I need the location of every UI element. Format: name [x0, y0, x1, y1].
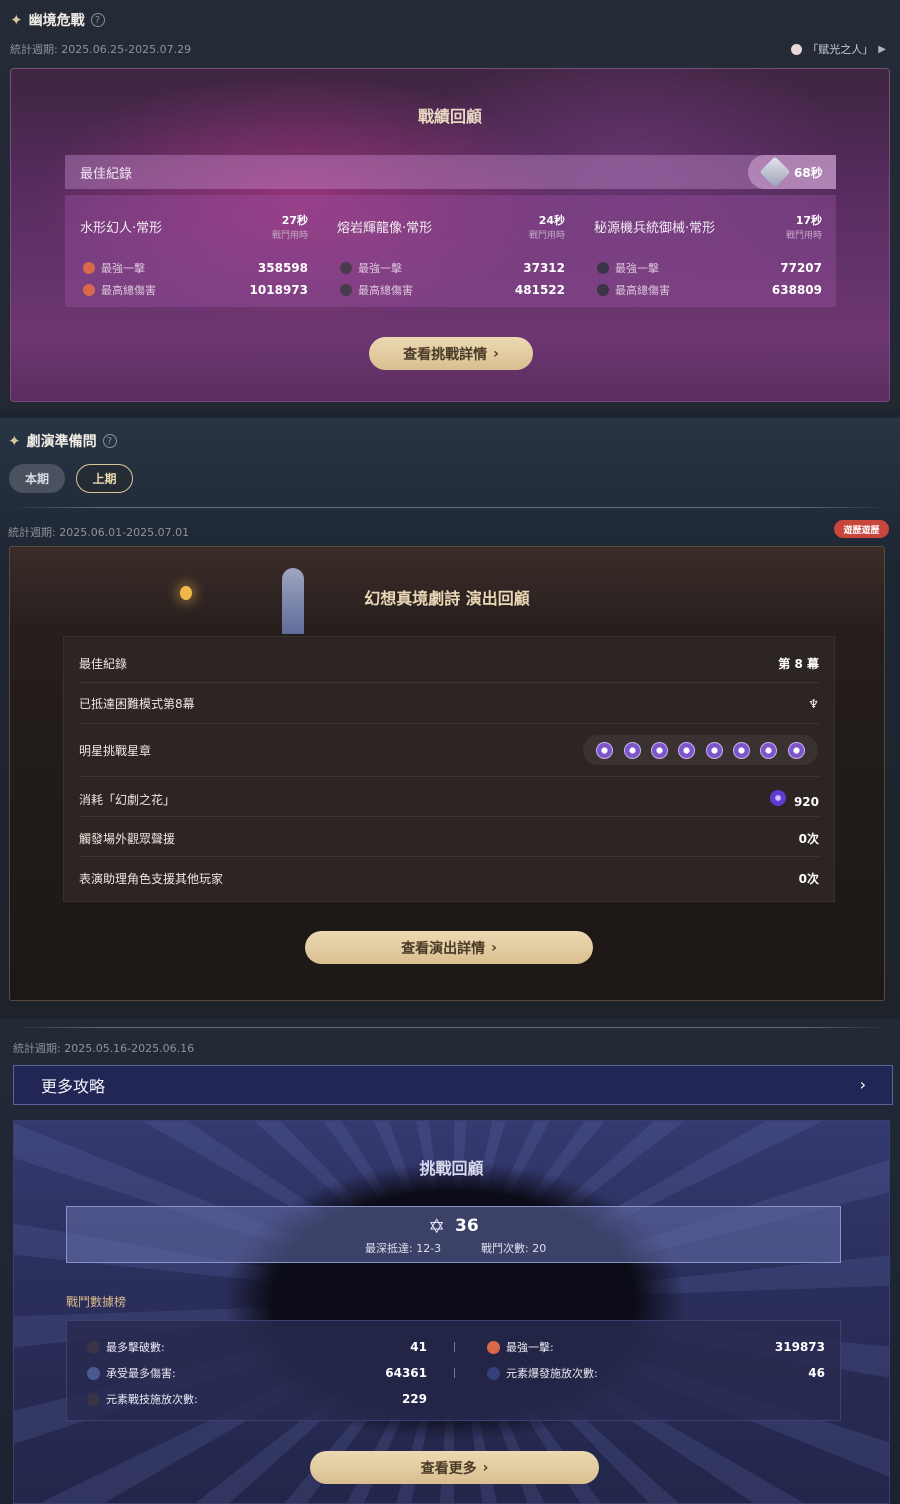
rank-row: 最強一擊: 319873 [487, 1339, 825, 1355]
stat-row: 最高總傷害 1018973 [83, 282, 308, 298]
boss-grid: 水形幻人·常形 27秒 戰鬥用時 最強一擊 358598 最高總傷害 10189… [65, 195, 836, 307]
character-avatar [597, 262, 609, 274]
chevron-right-icon: ▶ [878, 43, 886, 55]
tab-previous-period[interactable]: 上期 [76, 464, 133, 493]
chevron-right-icon: › [491, 939, 497, 956]
star-medal-icon [705, 741, 723, 759]
sparkle-icon: ✦ [10, 11, 23, 29]
character-avatar [87, 1366, 100, 1380]
character-avatar [87, 1392, 100, 1406]
star-medal-icon [760, 741, 778, 759]
view-challenge-details-button[interactable]: 查看挑戰詳情 › [369, 337, 533, 370]
badge-icon [791, 43, 803, 55]
chevron-right-icon: › [493, 345, 499, 362]
best-record-bar: 最佳紀錄 [65, 155, 836, 189]
star-medal-icon [623, 741, 641, 759]
rank-row: 承受最多傷害: 64361 [87, 1365, 427, 1381]
section3-period: 統計週期: 2025.05.16-2025.06.16 [13, 1042, 195, 1055]
row-divider [79, 723, 819, 724]
stat-row: 最高總傷害 638809 [597, 282, 822, 298]
battle-count: 戰鬥次數: 20 [481, 1242, 547, 1255]
rank-row: 元素爆發施放次數: 46 [487, 1365, 825, 1381]
boss-card: 水形幻人·常形 27秒 戰鬥用時 最強一擊 358598 最高總傷害 10189… [80, 214, 308, 298]
best-time-badge: 68秒 [748, 155, 836, 189]
view-performance-details-button[interactable]: 查看演出詳情 › [305, 931, 593, 964]
stat-row: 最高總傷害 481522 [340, 282, 565, 298]
chevron-right-icon: › [859, 1075, 866, 1094]
boss-card: 秘源機兵統御械·常形 17秒 戰鬥用時 最強一擊 77207 最高總傷害 638… [594, 214, 822, 298]
star-medal-icon [678, 741, 696, 759]
view-more-button[interactable]: 查看更多 › [310, 1451, 599, 1484]
stat-row-difficulty: 已抵達困難模式第8幕 ♆ [79, 696, 819, 712]
deepest-floor: 最深抵達: 12-3 [365, 1242, 442, 1255]
star-medal-icon [650, 741, 668, 759]
character-avatar [340, 284, 352, 296]
row-divider [79, 816, 819, 817]
crystal-icon [759, 156, 791, 188]
row-divider [79, 856, 819, 857]
panel-title: 戰績回顧 [417, 107, 482, 126]
battle-ranking-box: 最多擊破數: 41 最強一擊: 319873 承受最多傷害: 64361 元素爆… [66, 1320, 841, 1421]
travel-badge[interactable]: 遊歷遊歷 [834, 520, 889, 538]
battle-ranking-title: 戰鬥數據榜 [66, 1295, 127, 1309]
character-avatar [487, 1366, 500, 1380]
more-guides-link[interactable]: 更多攻略 › [13, 1065, 893, 1105]
panel-title: 幻想真境劇詩 演出回顧 [364, 589, 530, 608]
row-divider [79, 776, 819, 777]
stat-row-flowers: 消耗「幻劇之花」 920 [79, 790, 819, 809]
divider [13, 1027, 890, 1028]
star-medal-icon [787, 741, 805, 759]
section1-title: ✦ 幽境危戰 ? [10, 10, 105, 30]
sparkle-icon: ✦ [8, 432, 21, 450]
best-record-label: 最佳紀錄 [80, 166, 133, 182]
theater-stats-box: 最佳紀錄 第 8 幕 已抵達困難模式第8幕 ♆ 明星挑戰星章 消耗「幻劇之花」 … [63, 636, 835, 902]
column-divider [454, 1342, 455, 1352]
star-medal-icon [733, 741, 751, 759]
rank-row: 最多擊破數: 41 [87, 1339, 427, 1355]
star-medal-icon [596, 741, 614, 759]
section2-title: ✦ 劇演準備問 ? [8, 431, 117, 451]
column-divider [454, 1368, 455, 1378]
character-avatar [597, 284, 609, 296]
challenge-review-panel: 挑戰回顧 [13, 1120, 890, 1504]
stat-row-best-record: 最佳紀錄 第 8 幕 [79, 657, 819, 671]
chevron-right-icon: › [482, 1459, 489, 1476]
title-badge[interactable]: 「赋光之人」 ▶ [791, 41, 886, 57]
row-divider [79, 682, 819, 683]
help-icon[interactable]: ? [102, 434, 117, 448]
stat-row: 最強一擊 77207 [597, 260, 822, 276]
abyss-score-box: ✡ 36 最深抵達: 12-3 戰鬥次數: 20 [66, 1206, 841, 1263]
character-avatar [83, 262, 95, 274]
section2-period: 統計週期: 2025.06.01-2025.07.01 [8, 526, 190, 539]
window-decoration [282, 568, 304, 634]
stat-row: 最強一擊 358598 [83, 260, 308, 276]
stat-row-support: 表演助理角色支援其他玩家 0次 [79, 872, 819, 886]
stat-row-audience: 觸發場外觀眾聲援 0次 [79, 832, 819, 846]
section1-period: 統計週期: 2025.06.25-2025.07.29 [10, 43, 192, 56]
tab-current-period[interactable]: 本期 [9, 464, 65, 493]
fantasia-flower-icon [769, 790, 786, 806]
character-avatar [487, 1340, 500, 1354]
stat-row: 最強一擊 37312 [340, 260, 565, 276]
panel-title: 挑戰回顧 [419, 1159, 484, 1178]
abyss-star-icon: ✡ [428, 1214, 446, 1238]
boss-card: 熔岩輝龍像·常形 24秒 戰鬥用時 最強一擊 37312 最高總傷害 48152… [337, 214, 565, 298]
divider [8, 507, 890, 508]
help-icon[interactable]: ? [90, 13, 105, 27]
abyss-star-count: 36 [455, 1216, 479, 1236]
rank-row: 元素戰技施放次數: 229 [87, 1391, 427, 1407]
butterfly-icon: ♆ [808, 696, 819, 711]
character-avatar [87, 1340, 100, 1354]
character-avatar [340, 262, 352, 274]
character-avatar [83, 284, 95, 296]
star-medal-list [583, 735, 818, 765]
lamp-decoration [180, 586, 192, 600]
